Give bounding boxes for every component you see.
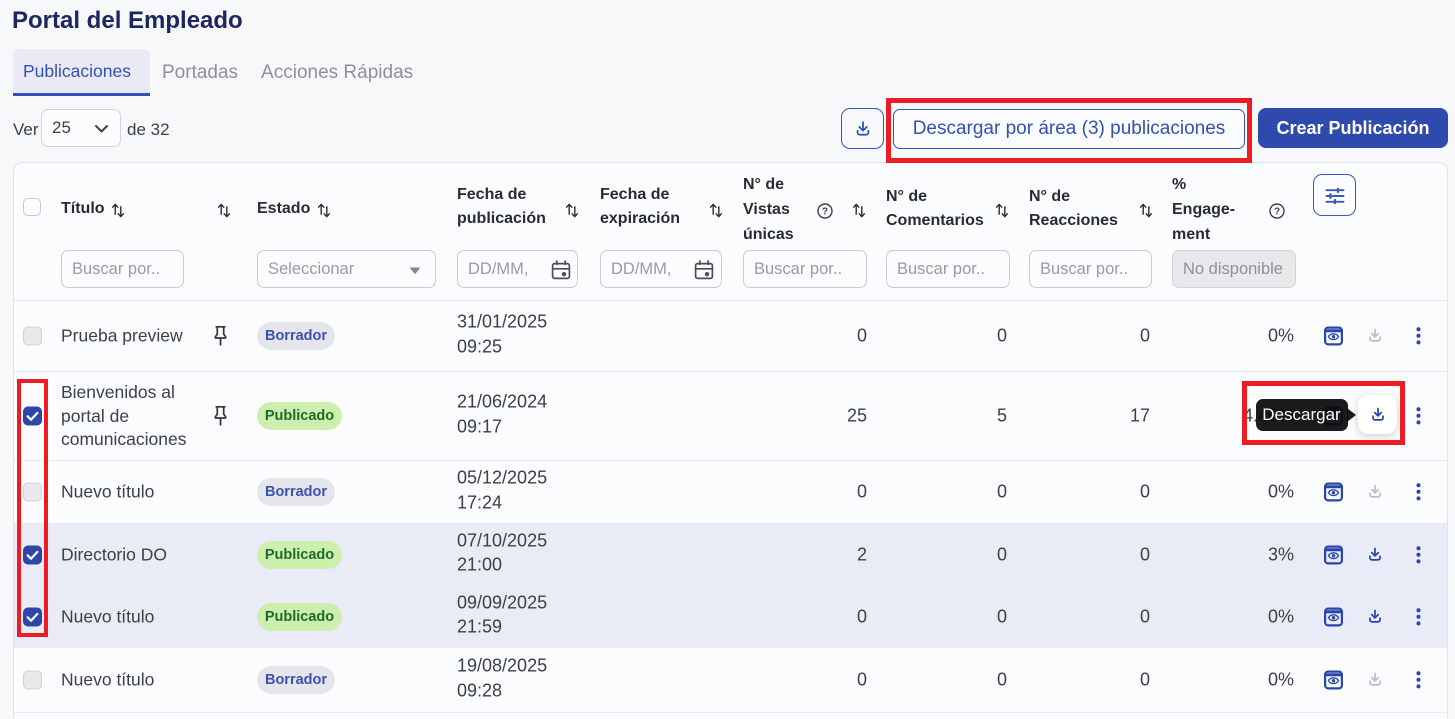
svg-text:?: ? <box>822 206 828 217</box>
svg-text:?: ? <box>1274 206 1280 217</box>
